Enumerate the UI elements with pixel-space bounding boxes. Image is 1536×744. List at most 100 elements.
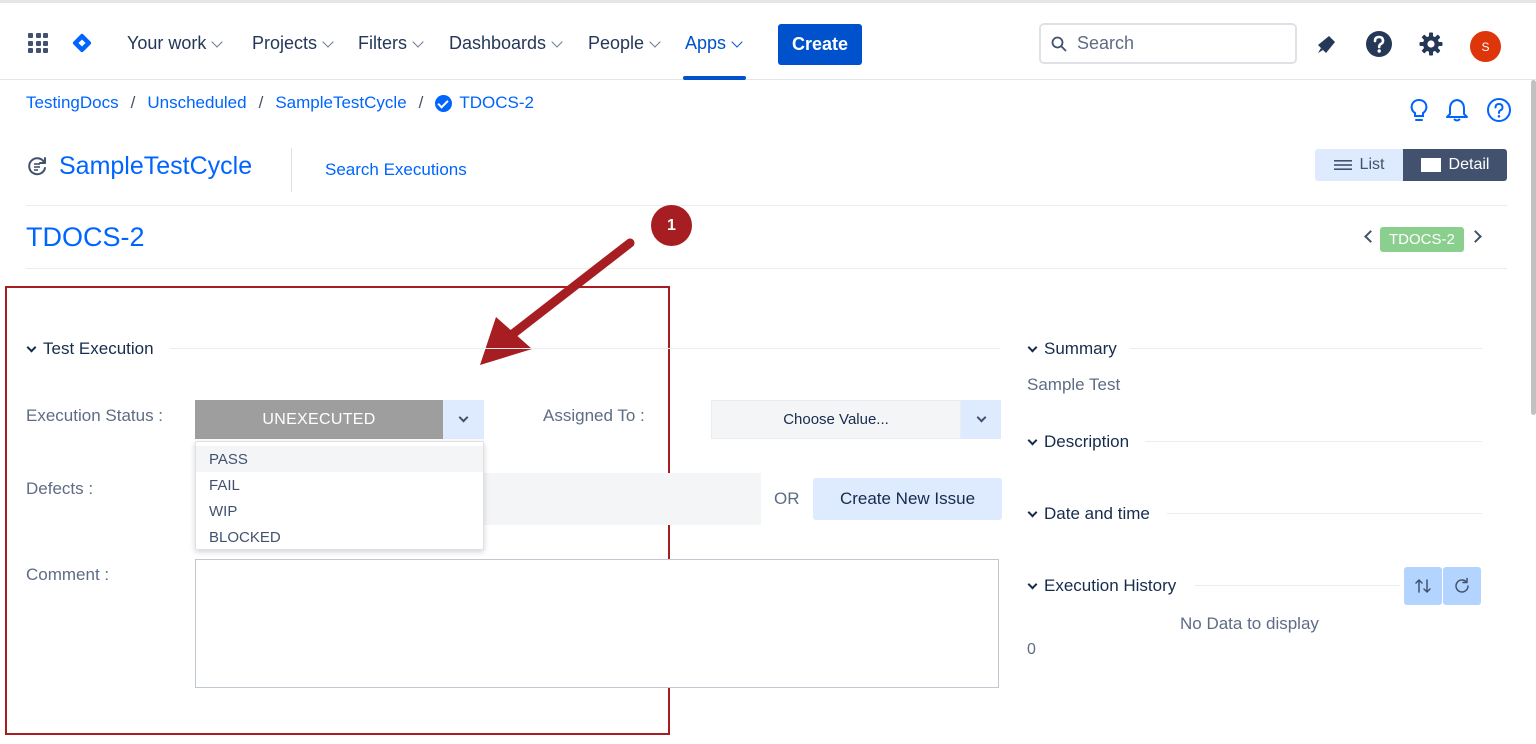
summary-title: Summary bbox=[1044, 339, 1117, 358]
execution-status-label: Execution Status : bbox=[26, 406, 164, 425]
help-icon[interactable] bbox=[1365, 30, 1393, 58]
status-dropdown-menu: PASS FAIL WIP BLOCKED bbox=[195, 441, 484, 550]
caret-down-icon bbox=[1027, 579, 1038, 589]
summary-text: Sample Test bbox=[1027, 375, 1121, 394]
section-title: Test Execution bbox=[43, 339, 154, 358]
status-option-pass[interactable]: PASS bbox=[196, 446, 483, 472]
chevron-down-icon bbox=[458, 412, 469, 423]
execution-status-value[interactable]: UNEXECUTED bbox=[195, 400, 443, 439]
breadcrumb-cycle[interactable]: SampleTestCycle bbox=[275, 93, 406, 113]
chevron-down-icon bbox=[731, 35, 743, 48]
app-switcher-icon[interactable] bbox=[28, 33, 48, 53]
separator-line bbox=[26, 205, 1507, 206]
status-option-fail[interactable]: FAIL bbox=[196, 472, 483, 498]
nav-label: Apps bbox=[685, 33, 727, 53]
detail-view-label: Detail bbox=[1448, 156, 1490, 173]
execution-history-header[interactable]: Execution History bbox=[1027, 576, 1176, 596]
caret-down-icon bbox=[1027, 435, 1038, 445]
nav-projects[interactable]: Projects bbox=[252, 33, 334, 54]
refresh-icon bbox=[1455, 577, 1469, 593]
status-dropdown-toggle[interactable] bbox=[443, 400, 484, 439]
section-rule bbox=[1195, 585, 1400, 586]
caret-down-icon bbox=[1027, 507, 1038, 517]
assigned-to-select[interactable]: Choose Value... bbox=[711, 400, 1001, 439]
annotation-badge: 1 bbox=[651, 205, 692, 246]
bell-icon[interactable] bbox=[1444, 97, 1470, 123]
settings-gear-icon[interactable] bbox=[1417, 30, 1445, 58]
jira-logo-icon[interactable] bbox=[72, 33, 92, 53]
breadcrumb-project[interactable]: TestingDocs bbox=[26, 93, 119, 113]
active-nav-indicator bbox=[683, 76, 746, 80]
breadcrumb-separator: / bbox=[130, 93, 136, 112]
chevron-down-icon bbox=[412, 35, 424, 48]
search-icon bbox=[1051, 36, 1067, 51]
lightbulb-icon[interactable] bbox=[1406, 97, 1432, 123]
section-rule bbox=[170, 348, 1000, 349]
breadcrumb: TestingDocs / Unscheduled / SampleTestCy… bbox=[26, 93, 534, 113]
issue-key-badge[interactable]: TDOCS-2 bbox=[1380, 227, 1464, 252]
date-time-header[interactable]: Date and time bbox=[1027, 504, 1150, 524]
nav-your-work[interactable]: Your work bbox=[127, 33, 224, 54]
nav-dashboards[interactable]: Dashboards bbox=[449, 33, 563, 54]
search-input[interactable] bbox=[1077, 33, 1277, 54]
breadcrumb-separator: / bbox=[258, 93, 264, 112]
nav-people[interactable]: People bbox=[588, 33, 661, 54]
nav-label: Your work bbox=[127, 33, 207, 53]
view-toggle: List Detail bbox=[1315, 149, 1507, 181]
nav-label: Projects bbox=[252, 33, 318, 53]
previous-arrow-icon[interactable] bbox=[1364, 230, 1377, 243]
detail-view-button[interactable]: Detail bbox=[1403, 149, 1507, 181]
breadcrumb-version[interactable]: Unscheduled bbox=[147, 93, 246, 113]
caret-down-icon bbox=[1027, 342, 1038, 352]
search-executions-link[interactable]: Search Executions bbox=[325, 160, 467, 180]
status-option-blocked[interactable]: BLOCKED bbox=[196, 524, 483, 550]
test-cycle-icon bbox=[28, 157, 46, 176]
question-circle-icon[interactable] bbox=[1486, 97, 1512, 123]
sort-button[interactable] bbox=[1404, 567, 1442, 605]
chevron-down-icon bbox=[649, 35, 661, 48]
separator-line bbox=[26, 268, 1507, 269]
nav-label: Filters bbox=[358, 33, 407, 53]
refresh-button[interactable] bbox=[1443, 567, 1481, 605]
cycle-title[interactable]: SampleTestCycle bbox=[59, 152, 252, 181]
create-button[interactable]: Create bbox=[778, 24, 862, 65]
test-execution-header[interactable]: Test Execution bbox=[26, 339, 154, 359]
page-scrollbar[interactable] bbox=[1531, 80, 1536, 415]
chevron-down-icon bbox=[211, 35, 224, 48]
nav-label: People bbox=[588, 33, 645, 53]
issue-key-title[interactable]: TDOCS-2 bbox=[26, 222, 145, 253]
notifications-megaphone-icon[interactable] bbox=[1313, 30, 1341, 58]
nav-apps[interactable]: Apps bbox=[685, 33, 743, 54]
user-avatar[interactable]: S bbox=[1470, 31, 1501, 62]
check-circle-icon bbox=[435, 94, 453, 112]
comment-label: Comment : bbox=[26, 565, 110, 584]
detail-icon bbox=[1420, 158, 1441, 172]
comment-textarea[interactable] bbox=[195, 559, 999, 688]
sort-arrows-icon bbox=[1415, 579, 1431, 593]
or-text: OR bbox=[774, 489, 800, 508]
assigned-to-label: Assigned To : bbox=[543, 406, 645, 425]
annotation-arrow-icon bbox=[480, 238, 635, 365]
nav-filters[interactable]: Filters bbox=[358, 33, 424, 54]
next-arrow-icon[interactable] bbox=[1469, 230, 1482, 243]
top-navigation: Your work Projects Filters Dashboards Pe… bbox=[0, 0, 1536, 80]
section-rule bbox=[1130, 348, 1482, 349]
status-option-wip[interactable]: WIP bbox=[196, 498, 483, 524]
section-rule bbox=[1167, 513, 1482, 514]
assigned-to-value[interactable]: Choose Value... bbox=[711, 400, 961, 439]
assigned-dropdown-toggle[interactable] bbox=[961, 400, 1001, 439]
breadcrumb-issue[interactable]: TDOCS-2 bbox=[459, 93, 534, 113]
list-view-label: List bbox=[1359, 156, 1385, 173]
description-title: Description bbox=[1044, 432, 1130, 451]
defects-label: Defects : bbox=[26, 479, 94, 498]
date-time-title: Date and time bbox=[1044, 504, 1150, 523]
execution-history-title: Execution History bbox=[1044, 576, 1177, 595]
list-view-button[interactable]: List bbox=[1315, 149, 1403, 181]
breadcrumb-separator: / bbox=[418, 93, 424, 112]
no-data-message: No Data to display bbox=[1180, 614, 1319, 633]
description-header[interactable]: Description bbox=[1027, 432, 1129, 452]
search-box[interactable] bbox=[1039, 23, 1297, 64]
execution-status-select[interactable]: UNEXECUTED bbox=[195, 400, 484, 439]
summary-header[interactable]: Summary bbox=[1027, 339, 1117, 359]
create-new-issue-button[interactable]: Create New Issue bbox=[813, 478, 1002, 520]
